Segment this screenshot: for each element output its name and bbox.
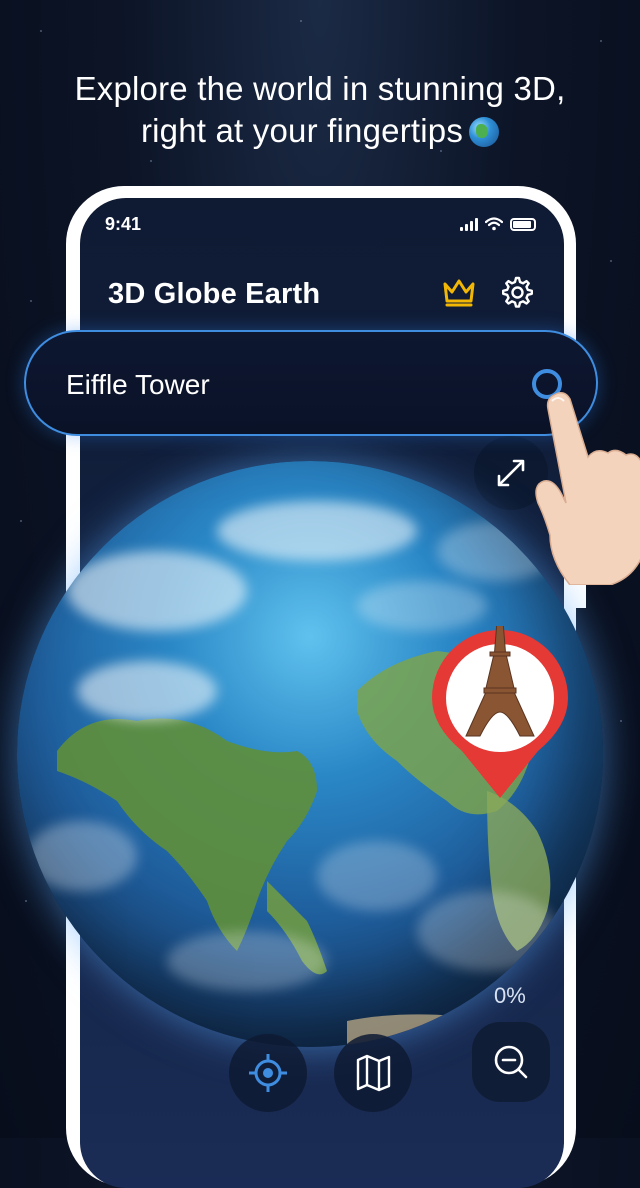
pointing-hand-illustration	[535, 392, 640, 585]
app-title: 3D Globe Earth	[108, 278, 321, 310]
status-time: 9:41	[105, 214, 142, 234]
wifi-icon	[485, 217, 503, 231]
my-location-button[interactable]	[229, 1034, 307, 1112]
location-target-icon	[249, 1054, 287, 1092]
promo-headline: Explore the world in stunning 3D, right …	[0, 68, 640, 152]
map-style-button[interactable]	[334, 1034, 412, 1112]
map-icon	[356, 1054, 391, 1092]
headline-line-1: Explore the world in stunning 3D,	[74, 70, 566, 107]
globe-emoji-icon	[469, 117, 500, 147]
status-bar: 9:41	[80, 198, 564, 248]
battery-icon	[510, 218, 536, 231]
headline-line-2: right at your fingertips	[140, 112, 464, 149]
gear-icon[interactable]	[498, 274, 534, 310]
zoom-out-button[interactable]	[472, 1022, 550, 1102]
zoom-out-icon	[494, 1045, 528, 1079]
signal-icon	[460, 218, 478, 231]
search-bar[interactable]	[24, 330, 598, 436]
eiffel-tower-location-pin[interactable]	[428, 626, 572, 800]
crown-icon[interactable]	[440, 274, 478, 310]
search-input[interactable]	[64, 362, 488, 408]
zoom-percentage-label: 0%	[494, 983, 526, 1008]
